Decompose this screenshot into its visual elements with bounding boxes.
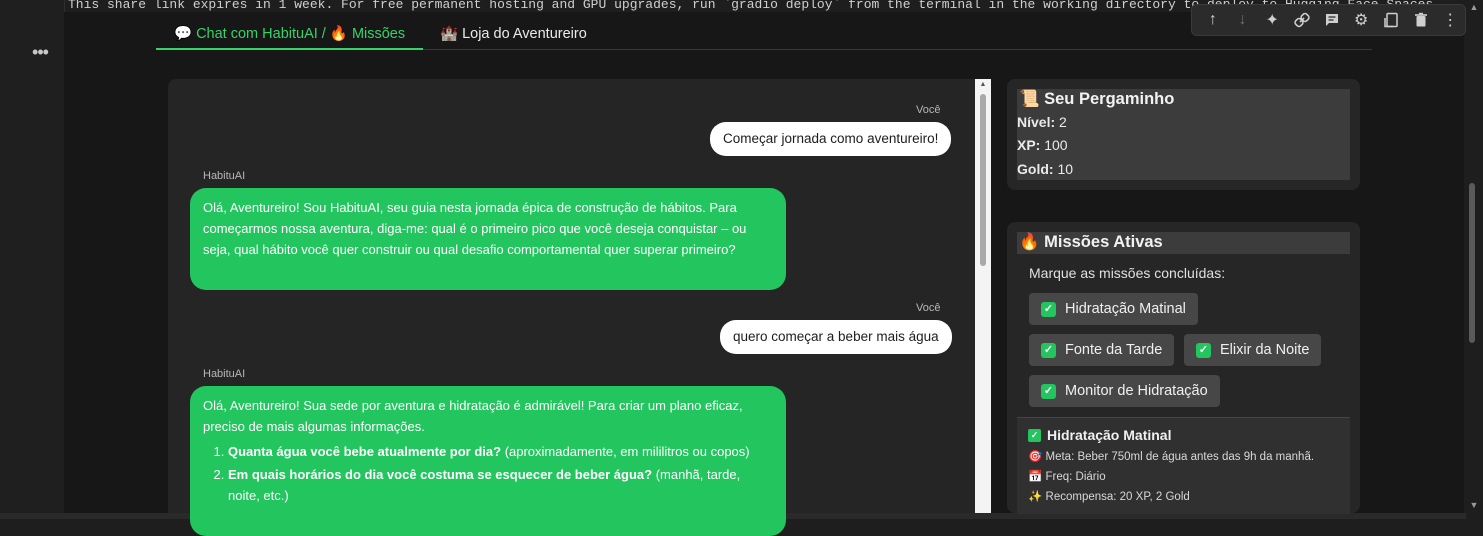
stat-label: XP: <box>1017 137 1041 153</box>
mission-checkbox-hidratacao-matinal[interactable]: ✓ Hidratação Matinal <box>1029 293 1198 325</box>
user-message: Começar jornada como aventureiro! <box>710 122 952 156</box>
chat-scrollbar-thumb[interactable] <box>980 94 986 266</box>
user-message: quero começar a beber mais água <box>720 320 952 354</box>
mission-detail-freq: 📅 Freq: Diário <box>1028 471 1106 483</box>
page-scrollbar-thumb[interactable] <box>1469 183 1475 343</box>
mirror-cell-icon[interactable] <box>1376 6 1406 34</box>
tab-bar: 💬 Chat com HabituAI / 🔥 Missões 🏰 Loja d… <box>156 20 1372 50</box>
stat-value: 100 <box>1044 137 1068 153</box>
chat-scroll-up-icon[interactable]: ▲ <box>978 81 988 88</box>
list-item: Quanta água você bebe atualmente por dia… <box>228 441 773 462</box>
bot-message-list: Quanta água você bebe atualmente por dia… <box>203 441 773 506</box>
mission-detail-title: ✓ Hidratação Matinal <box>1028 427 1171 443</box>
mission-detail-name: Hidratação Matinal <box>1047 427 1172 443</box>
stat-label: Gold: <box>1017 161 1054 177</box>
checkbox-checked-icon[interactable]: ✓ <box>1041 383 1056 399</box>
list-item: Em quais horários do dia você costuma se… <box>228 464 773 506</box>
tab-loja-aventureiro[interactable]: 🏰 Loja do Aventureiro <box>422 20 605 48</box>
tab-chat-missoes[interactable]: 💬 Chat com HabituAI / 🔥 Missões <box>156 20 424 50</box>
check-mark-icon: ✓ <box>1028 428 1041 442</box>
stat-xp: XP: 100 <box>1017 137 1068 153</box>
stat-value: 2 <box>1059 114 1067 130</box>
mission-detail-meta: 🎯 Meta: Beber 750ml de água antes das 9h… <box>1028 451 1315 463</box>
missoes-hint: Marque as missões concluídas: <box>1029 265 1226 281</box>
checkbox-checked-icon[interactable]: ✓ <box>1041 301 1056 317</box>
page-scroll-up-icon[interactable]: ▲ <box>1467 2 1481 12</box>
missoes-title: 🔥 Missões Ativas <box>1019 233 1163 251</box>
mission-label: Elixir da Noite <box>1220 342 1310 358</box>
bot-message: Olá, Aventureiro! Sou HabituAI, seu guia… <box>190 188 786 290</box>
list-item-bold: Em quais horários do dia você costuma se… <box>228 467 653 482</box>
message-sender: Você <box>916 302 941 314</box>
mission-checkbox-monitor-hidratacao[interactable]: ✓ Monitor de Hidratação <box>1029 375 1220 407</box>
page-scroll-down-icon[interactable]: ▼ <box>1467 500 1481 510</box>
pergaminho-title: 📜 Seu Pergaminho <box>1019 90 1175 108</box>
list-item-rest: (aproximadamente, em mililitros ou copos… <box>501 444 750 459</box>
mission-detail-reward: ✨ Recompensa: 20 XP, 2 Gold <box>1028 491 1190 503</box>
message-sender: Você <box>916 104 941 116</box>
stat-value: 10 <box>1057 161 1074 177</box>
bot-message: Olá, Aventureiro! Sua sede por aventura … <box>190 386 786 536</box>
message-sender: HabituAI <box>203 368 246 380</box>
left-gutter <box>0 0 65 519</box>
mission-label: Hidratação Matinal <box>1065 301 1186 317</box>
stat-nivel: Nível: 2 <box>1017 114 1067 130</box>
checkbox-checked-icon[interactable]: ✓ <box>1196 342 1211 358</box>
more-vertical-icon[interactable]: ⋮ <box>1435 6 1465 34</box>
stat-label: Nível: <box>1017 114 1056 130</box>
bot-message-text: Olá, Aventureiro! Sua sede por aventura … <box>203 398 743 434</box>
stat-gold: Gold: 10 <box>1017 161 1073 177</box>
mission-label: Fonte da Tarde <box>1065 342 1163 358</box>
checkbox-checked-icon[interactable]: ✓ <box>1041 342 1056 358</box>
list-item-bold: Quanta água você bebe atualmente por dia… <box>228 444 502 459</box>
message-sender: HabituAI <box>203 170 246 182</box>
mission-checkbox-fonte-da-tarde[interactable]: ✓ Fonte da Tarde <box>1029 334 1175 366</box>
trash-icon[interactable] <box>1406 6 1436 34</box>
mission-checkbox-elixir-da-noite[interactable]: ✓ Elixir da Noite <box>1184 334 1322 366</box>
cell-more-button[interactable]: ••• <box>28 43 52 61</box>
mission-label: Monitor de Hidratação <box>1065 383 1208 399</box>
